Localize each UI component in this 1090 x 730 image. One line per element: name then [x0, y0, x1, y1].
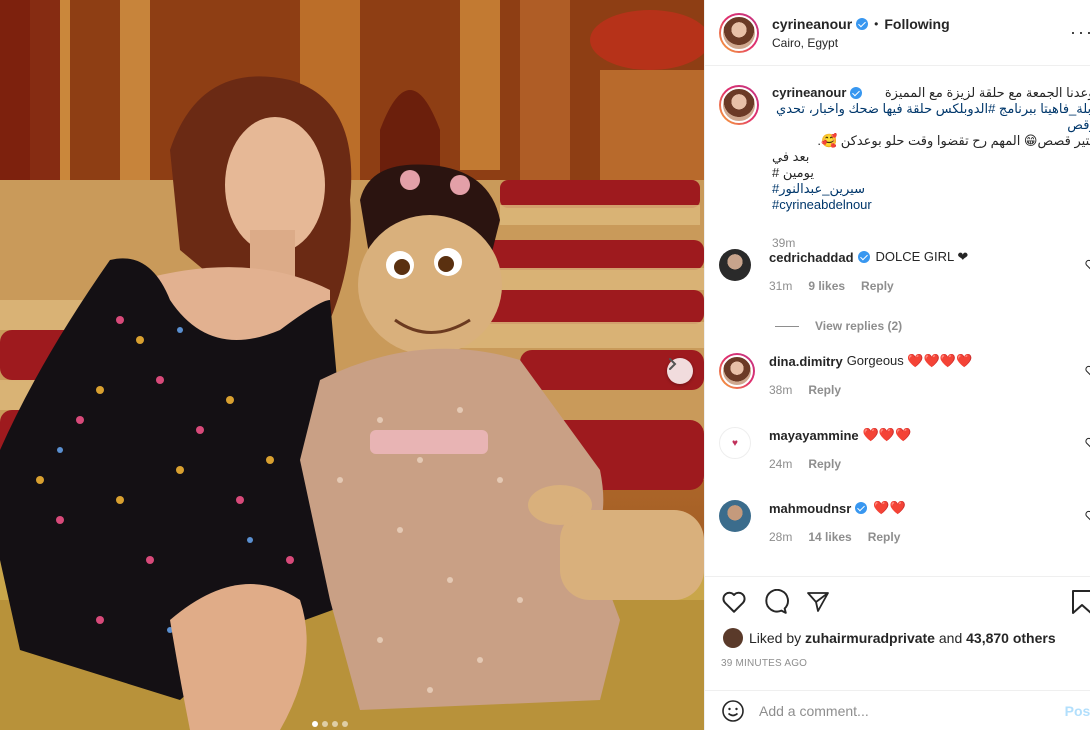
comment-username[interactable]: dina.dimitry	[769, 354, 843, 369]
heart-icon[interactable]	[721, 590, 747, 614]
author-username[interactable]: cyrineanour	[772, 16, 852, 32]
comment-bubble-icon[interactable]	[763, 589, 789, 615]
liker-avatar[interactable]	[723, 628, 743, 648]
comment-username[interactable]: cedrichaddad	[769, 250, 854, 265]
add-comment-bar: Post	[705, 690, 1090, 730]
liker-username[interactable]: zuhairmuradprivate	[805, 630, 935, 646]
commenter-avatar[interactable]	[719, 249, 751, 281]
follow-status-button[interactable]: Following	[884, 16, 949, 32]
likes-others-link[interactable]: 43,870 others	[966, 630, 1056, 646]
hashtag-link[interactable]: #cyrineabdelnour	[772, 197, 1090, 213]
likes-and: and	[938, 630, 963, 646]
heart-icon[interactable]	[1085, 437, 1090, 449]
carousel-dot	[332, 721, 338, 727]
reply-button[interactable]: Reply	[868, 530, 901, 544]
comment-input[interactable]	[759, 702, 1039, 719]
verified-badge-icon	[856, 17, 869, 30]
caption-avatar[interactable]	[719, 85, 759, 125]
comments-list[interactable]: cyrineanour موعدنا الجمعة مع حلقة لزيزة …	[705, 67, 1090, 575]
caption-line: وكتير قصص😁 المهم رح تقضوا وقت حلو بوعدكن…	[817, 133, 1090, 148]
comment-text: Gorgeous ❤️❤️❤️❤️	[846, 353, 973, 368]
comment-time: 28m	[769, 530, 793, 544]
bookmark-icon[interactable]	[1071, 589, 1090, 615]
comment-item: cedrichaddad DOLCE GIRL ❤ 31m 9 likes Re…	[719, 249, 968, 293]
post-side-panel: cyrineanour • Following Cairo, Egypt ···…	[704, 0, 1090, 730]
heart-icon[interactable]	[1085, 365, 1090, 377]
heart-icon[interactable]	[1085, 510, 1090, 522]
photo-illustration	[0, 0, 704, 730]
view-replies-label: View replies (2)	[815, 319, 903, 333]
comment-item: ♥ mayayammine ❤️❤️❤️ 24m Reply	[719, 427, 911, 471]
reply-button[interactable]: Reply	[861, 279, 894, 293]
likes-prefix: Liked by	[749, 630, 802, 646]
caption-line: بعد في يومين #	[772, 149, 814, 180]
reply-button[interactable]: Reply	[808, 457, 841, 471]
carousel-dot	[322, 721, 328, 727]
comment-text: ❤️❤️	[873, 500, 906, 515]
hashtag-link[interactable]: #سيرين_عبدالنور	[772, 181, 1090, 197]
post-caption: cyrineanour موعدنا الجمعة مع حلقة لزيزة …	[719, 85, 1090, 251]
verified-badge-icon	[855, 502, 868, 514]
comment-time: 38m	[769, 383, 793, 397]
commenter-avatar[interactable]: ♥	[719, 427, 751, 459]
comment-text: ❤️❤️❤️	[862, 427, 912, 442]
carousel-dot	[342, 721, 348, 727]
more-dots-icon[interactable]: ···	[1070, 22, 1090, 43]
post-actions: Liked by zuhairmuradprivate and 43,870 o…	[705, 576, 1090, 669]
comment-item: mahmoudnsr ❤️❤️ 28m 14 likes Reply	[719, 500, 906, 544]
header-separator: •	[874, 16, 879, 31]
likes-summary: Liked by zuhairmuradprivate and 43,870 o…	[705, 628, 1090, 648]
comment-username[interactable]: mahmoudnsr	[769, 501, 851, 516]
view-replies-button[interactable]: View replies (2)	[775, 319, 902, 333]
post-header: cyrineanour • Following Cairo, Egypt ···	[705, 0, 1090, 66]
post-comment-button[interactable]: Post	[1065, 703, 1090, 719]
heart-icon[interactable]	[1085, 259, 1090, 271]
replies-divider	[775, 325, 799, 327]
carousel-next-button[interactable]	[667, 358, 693, 384]
chevron-right-icon	[669, 358, 677, 370]
comment-likes[interactable]: 14 likes	[808, 530, 851, 544]
post-photo[interactable]	[0, 0, 704, 730]
comment-text: DOLCE GIRL ❤	[875, 249, 969, 264]
comment-username[interactable]: mayayammine	[769, 428, 859, 443]
verified-badge-icon	[857, 251, 870, 263]
carousel-dot	[312, 721, 318, 727]
caption-line[interactable]: #ابلة_فاهيتا ببرنامج #الدوبلكس حلقة فيها…	[772, 101, 1090, 133]
comment-time: 24m	[769, 457, 793, 471]
author-avatar[interactable]	[719, 12, 759, 53]
smiley-icon[interactable]	[721, 699, 745, 723]
carousel-indicator	[312, 721, 348, 727]
commenter-avatar[interactable]	[719, 353, 755, 389]
verified-badge-icon	[850, 87, 863, 99]
post-time[interactable]: 39 minutes ago	[705, 658, 1090, 669]
caption-username[interactable]: cyrineanour	[772, 85, 846, 101]
comment-likes[interactable]: 9 likes	[808, 279, 845, 293]
caption-line: موعدنا الجمعة مع حلقة لزيزة مع المميزة	[884, 85, 1090, 100]
reply-button[interactable]: Reply	[808, 383, 841, 397]
comment-item: dina.dimitry Gorgeous ❤️❤️❤️❤️ 38m Reply	[719, 353, 972, 397]
post-location[interactable]: Cairo, Egypt	[772, 36, 950, 50]
paper-plane-icon[interactable]	[805, 590, 831, 614]
comment-time: 31m	[769, 279, 793, 293]
commenter-avatar[interactable]	[719, 500, 751, 532]
